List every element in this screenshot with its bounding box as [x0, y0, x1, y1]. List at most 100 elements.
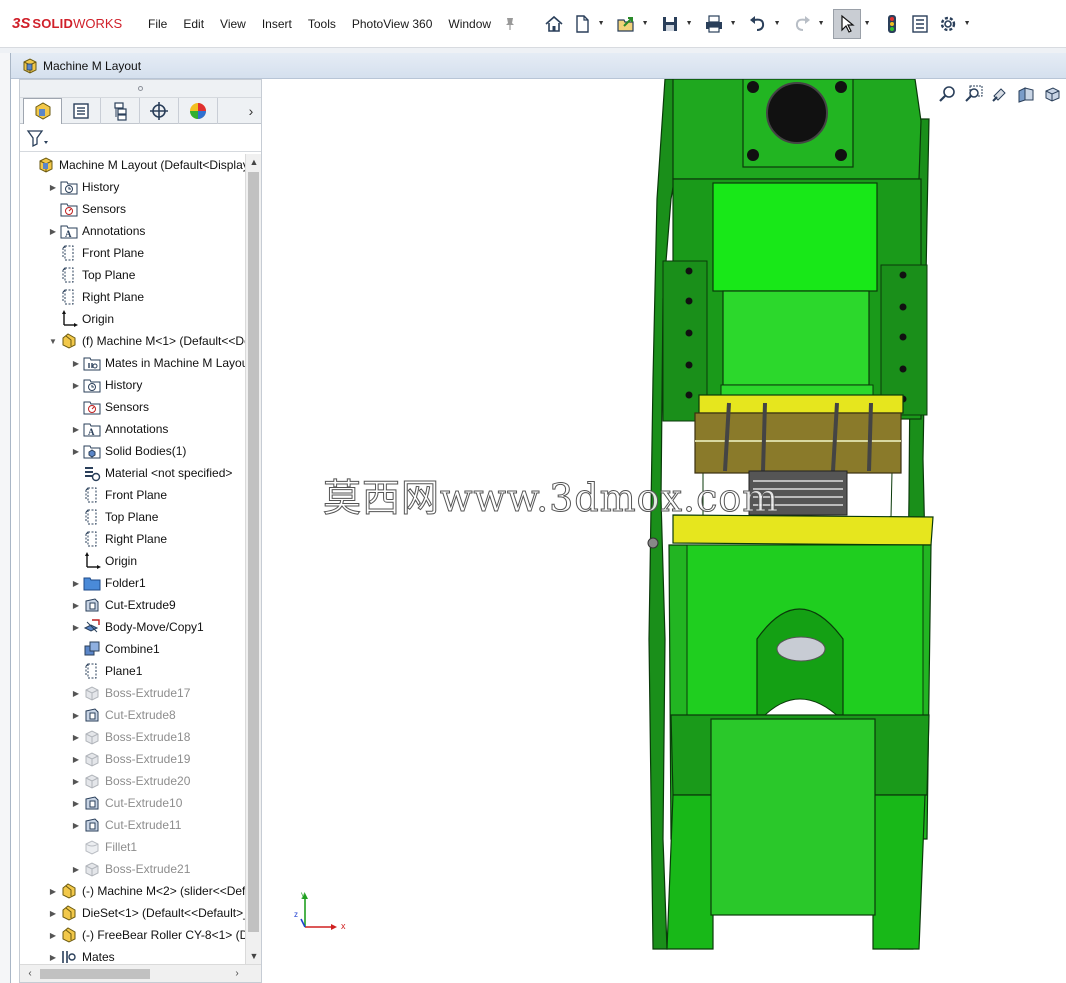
expand-arrow-icon[interactable]: ▶: [70, 726, 82, 748]
tree-item[interactable]: ▶ Cut-Extrude8: [20, 704, 246, 726]
expand-arrow-icon[interactable]: ▶: [70, 616, 82, 638]
collapse-arrow-icon[interactable]: ▼: [47, 330, 59, 352]
expand-arrow-icon[interactable]: ▶: [70, 572, 82, 594]
expand-arrow-icon[interactable]: ▶: [70, 374, 82, 396]
tree-item[interactable]: Combine1: [20, 638, 246, 660]
expand-arrow-icon[interactable]: ▶: [70, 814, 82, 836]
expand-arrow-icon[interactable]: ▶: [70, 682, 82, 704]
graphics-viewport[interactable]: 莫西网www.3dmox.com x y z: [263, 79, 1066, 983]
tab-dimxpertmanager[interactable]: [140, 97, 179, 124]
select-cursor-icon[interactable]: [833, 8, 862, 39]
reference-triad[interactable]: x y z: [291, 891, 351, 935]
previous-view-icon[interactable]: [989, 83, 1011, 105]
expand-arrow-icon[interactable]: ▶: [70, 352, 82, 374]
view-orientation-icon[interactable]: [1041, 83, 1063, 105]
expand-arrow-icon[interactable]: ▶: [70, 704, 82, 726]
zoom-to-area-icon[interactable]: [963, 83, 985, 105]
scroll-down-icon[interactable]: ▼: [246, 948, 262, 964]
select-dropdown-icon[interactable]: ▼: [863, 10, 871, 38]
undo-dropdown-icon[interactable]: ▼: [773, 10, 781, 38]
tree-item[interactable]: Top Plane: [20, 264, 246, 286]
section-view-icon[interactable]: [1015, 83, 1037, 105]
scroll-thumb[interactable]: [248, 172, 259, 932]
expand-arrow-icon[interactable]: ▶: [70, 418, 82, 440]
home-icon[interactable]: [541, 10, 567, 38]
tree-item[interactable]: ▶ Mates in Machine M Layout: [20, 352, 246, 374]
tree-item[interactable]: ▶ History: [20, 374, 246, 396]
tree-item[interactable]: ▶ DieSet<1> (Default<<Default>_D: [20, 902, 246, 924]
expand-arrow-icon[interactable]: ▶: [70, 792, 82, 814]
menu-insert[interactable]: Insert: [254, 0, 300, 48]
tree-item[interactable]: ▶ Cut-Extrude9: [20, 594, 246, 616]
tree-item[interactable]: Origin: [20, 550, 246, 572]
document-titlebar[interactable]: Machine M Layout: [11, 53, 1066, 79]
tree-item[interactable]: Right Plane: [20, 528, 246, 550]
expand-arrow-icon[interactable]: ▶: [70, 594, 82, 616]
tab-displaymanager[interactable]: [179, 97, 218, 124]
tree-item[interactable]: Material <not specified>: [20, 462, 246, 484]
options-dropdown-icon[interactable]: ▼: [963, 10, 971, 38]
expand-arrow-icon[interactable]: ▶: [47, 902, 59, 924]
expand-arrow-icon[interactable]: ▶: [47, 880, 59, 902]
expand-arrow-icon[interactable]: ▶: [47, 946, 59, 964]
tabs-more-chevron-icon[interactable]: ›: [241, 103, 261, 119]
tree-item[interactable]: ▶ Mates: [20, 946, 246, 964]
tree-item[interactable]: ▶ (-) Machine M<2> (slider<<Defa: [20, 880, 246, 902]
filter-icon[interactable]: [26, 128, 50, 148]
tree-item[interactable]: ▶ (-) FreeBear Roller CY-8<1> (Defa: [20, 924, 246, 946]
tree-item[interactable]: ▶ Boss-Extrude18: [20, 726, 246, 748]
print-dropdown-icon[interactable]: ▼: [729, 10, 737, 38]
panel-grip[interactable]: [20, 80, 261, 98]
undo-icon[interactable]: [745, 10, 771, 38]
tree-item[interactable]: ▶ Cut-Extrude10: [20, 792, 246, 814]
open-dropdown-icon[interactable]: ▼: [641, 10, 649, 38]
rebuild-icon[interactable]: [879, 10, 905, 38]
tree-item[interactable]: ▼ (f) Machine M<1> (Default<<Def: [20, 330, 246, 352]
solidworks-logo[interactable]: 3S SOLID WORKS: [0, 0, 140, 48]
tree-item[interactable]: Sensors: [20, 396, 246, 418]
expand-arrow-icon[interactable]: ▶: [47, 176, 59, 198]
scroll-right-icon[interactable]: ›: [229, 965, 245, 983]
redo-icon[interactable]: [789, 10, 815, 38]
tree-item[interactable]: ▶ Cut-Extrude11: [20, 814, 246, 836]
pin-icon[interactable]: [503, 17, 517, 31]
tree-item[interactable]: Right Plane: [20, 286, 246, 308]
tree-item[interactable]: ▶ Boss-Extrude17: [20, 682, 246, 704]
scroll-up-icon[interactable]: ▲: [246, 154, 262, 170]
new-dropdown-icon[interactable]: ▼: [597, 10, 605, 38]
menu-window[interactable]: Window: [440, 0, 499, 48]
menu-edit[interactable]: Edit: [175, 0, 212, 48]
tree-item[interactable]: Origin: [20, 308, 246, 330]
tree-vertical-scrollbar[interactable]: ▲ ▼: [245, 154, 261, 964]
new-document-icon[interactable]: [569, 10, 595, 38]
menu-photoview[interactable]: PhotoView 360: [344, 0, 441, 48]
tree-filter[interactable]: [20, 124, 261, 152]
hscroll-thumb[interactable]: [40, 969, 150, 979]
menu-view[interactable]: View: [212, 0, 254, 48]
tree-item[interactable]: Front Plane: [20, 484, 246, 506]
tree-item[interactable]: Fillet1: [20, 836, 246, 858]
save-icon[interactable]: [657, 10, 683, 38]
tree-item[interactable]: ▶ History: [20, 176, 246, 198]
tree-item[interactable]: Sensors: [20, 198, 246, 220]
expand-arrow-icon[interactable]: ▶: [70, 440, 82, 462]
print-icon[interactable]: [701, 10, 727, 38]
menu-file[interactable]: File: [140, 0, 175, 48]
tree-item[interactable]: Machine M Layout (Default<Display: [20, 154, 246, 176]
expand-arrow-icon[interactable]: ▶: [70, 748, 82, 770]
save-dropdown-icon[interactable]: ▼: [685, 10, 693, 38]
file-properties-icon[interactable]: [907, 10, 933, 38]
expand-arrow-icon[interactable]: ▶: [47, 924, 59, 946]
expand-arrow-icon[interactable]: ▶: [70, 770, 82, 792]
tree-horizontal-scrollbar[interactable]: ‹ ›: [20, 964, 261, 982]
scroll-left-icon[interactable]: ‹: [22, 965, 38, 983]
tab-featuremanager[interactable]: [23, 97, 62, 124]
tree-item[interactable]: ▶ Folder1: [20, 572, 246, 594]
tree-item[interactable]: ▶ A Annotations: [20, 220, 246, 242]
redo-dropdown-icon[interactable]: ▼: [817, 10, 825, 38]
tree-item[interactable]: ▶ Solid Bodies(1): [20, 440, 246, 462]
tree-item[interactable]: ▶ A Annotations: [20, 418, 246, 440]
options-gear-icon[interactable]: [935, 10, 961, 38]
menu-tools[interactable]: Tools: [300, 0, 344, 48]
tab-propertymanager[interactable]: [62, 97, 101, 124]
